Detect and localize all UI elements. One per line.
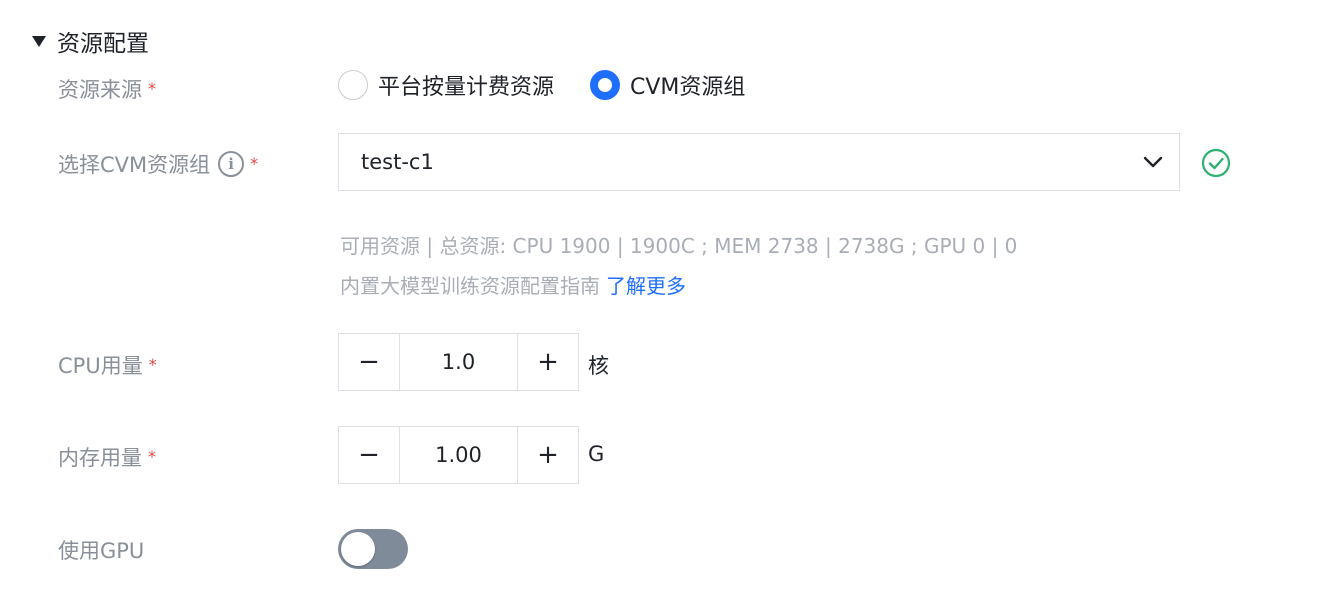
cvm-group-label: 选择CVM资源组 i * (58, 149, 258, 179)
section-title: 资源配置 (57, 31, 149, 57)
cvm-group-select-value: test-c1 (361, 150, 434, 174)
required-mark: * (250, 153, 259, 173)
resource-source-label-text: 资源来源 (58, 78, 142, 102)
radio-unchecked-icon[interactable] (338, 70, 368, 100)
radio-pay-as-you-go[interactable]: 平台按量计费资源 (338, 69, 554, 101)
radio-label: 平台按量计费资源 (378, 75, 555, 100)
cpu-label-text: CPU用量 (58, 354, 143, 378)
cpu-label: CPU用量 * (58, 350, 157, 380)
gpu-label: 使用GPU (58, 539, 145, 563)
cpu-decrement-button[interactable]: − (339, 334, 399, 390)
required-mark: * (148, 446, 156, 466)
section-header[interactable]: 资源配置 (32, 24, 149, 58)
cvm-group-select[interactable]: test-c1 (338, 133, 1180, 191)
cpu-value-input[interactable]: 1.0 (399, 334, 518, 390)
memory-unit: G (588, 442, 605, 466)
memory-decrement-button[interactable]: − (339, 427, 399, 483)
info-icon[interactable]: i (218, 151, 245, 177)
check-circle-icon (1201, 148, 1231, 182)
radio-checked-icon[interactable] (590, 70, 621, 100)
radio-label: CVM资源组 (630, 75, 746, 100)
chevron-down-icon[interactable] (1143, 156, 1163, 168)
guide-hint: 内置大模型训练资源配置指南 了解更多 (340, 270, 686, 299)
required-mark: * (148, 78, 156, 98)
resource-availability-hint: 可用资源 | 总资源: CPU 1900 | 1900C ; MEM 2738 … (340, 234, 1018, 258)
learn-more-link[interactable]: 了解更多 (606, 274, 686, 298)
memory-increment-button[interactable]: + (518, 427, 578, 483)
cpu-stepper: − 1.0 + (338, 333, 579, 391)
memory-stepper: − 1.00 + (338, 426, 579, 484)
memory-label-text: 内存用量 (58, 446, 142, 470)
caret-down-icon[interactable] (32, 35, 46, 47)
memory-label: 内存用量 * (58, 442, 156, 472)
required-mark: * (148, 354, 157, 374)
toggle-knob (341, 532, 375, 566)
radio-cvm-group[interactable]: CVM资源组 (590, 69, 745, 101)
resource-source-radio-group: 平台按量计费资源 CVM资源组 (338, 69, 781, 101)
cvm-group-label-text: 选择CVM资源组 (58, 153, 211, 177)
cpu-unit: 核 (588, 354, 609, 378)
guide-hint-text: 内置大模型训练资源配置指南 (340, 274, 600, 298)
memory-value-input[interactable]: 1.00 (399, 427, 518, 483)
gpu-toggle[interactable] (338, 529, 408, 569)
resource-source-label: 资源来源 * (58, 74, 156, 104)
cpu-increment-button[interactable]: + (518, 334, 578, 390)
